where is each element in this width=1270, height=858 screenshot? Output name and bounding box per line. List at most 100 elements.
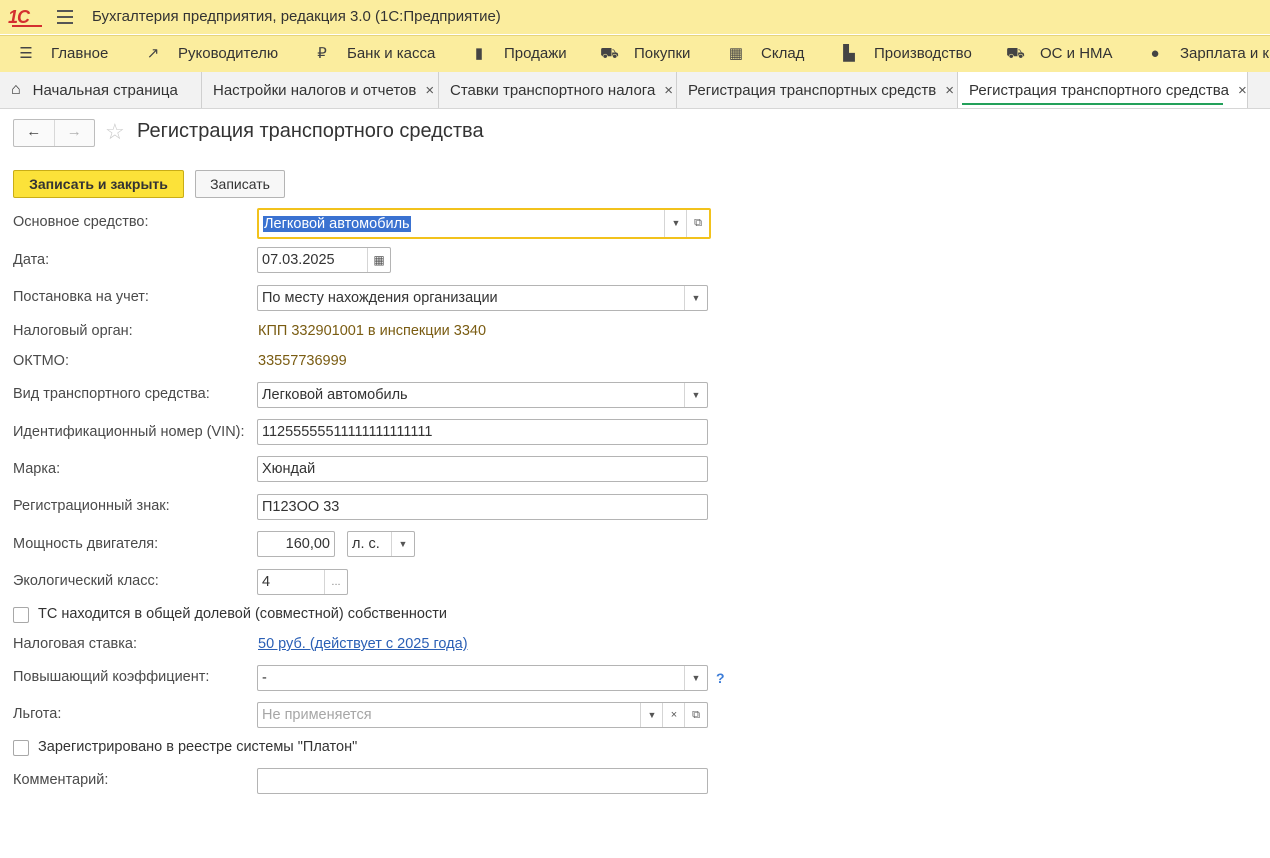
person-icon: ● (1150, 44, 1160, 62)
coefficient-value: - (262, 670, 267, 686)
save-button[interactable]: Записать (195, 170, 285, 198)
1c-logo[interactable]: 1С (8, 7, 42, 28)
vehicle-type-value: Легковой автомобиль (262, 387, 408, 403)
vehicle-type-select[interactable]: Легковой автомобиль ▼ (257, 382, 708, 408)
back-arrow-icon[interactable]: ← (14, 120, 54, 146)
dropdown-arrow-icon[interactable]: ▼ (684, 666, 707, 690)
benefit-label: Льгота: (13, 706, 62, 722)
open-icon[interactable]: ⧉ (684, 703, 707, 727)
section-manager[interactable]: ↗ Руководителю (144, 45, 278, 62)
tax-authority-value: КПП 332901001 в инспекции 3340 (258, 323, 487, 339)
oktmo-value: 33557736999 (258, 353, 347, 369)
date-label: Дата: (13, 252, 50, 268)
trend-icon: ↗ (146, 44, 160, 62)
help-icon[interactable]: ? (716, 670, 725, 686)
section-sales[interactable]: ▮ Продажи (470, 45, 567, 62)
tab-label: Ставки транспортного налога (450, 81, 656, 99)
navigation-buttons: ← → (13, 119, 95, 147)
section-label: Зарплата и ка (1180, 45, 1270, 62)
dropdown-arrow-icon[interactable]: ▼ (684, 286, 707, 310)
brand-label: Марка: (13, 461, 61, 477)
dropdown-arrow-icon[interactable]: ▼ (391, 532, 414, 556)
open-tabs-bar: ⌂ Начальная страница Настройки налогов и… (0, 72, 1270, 109)
home-icon: ⌂ (11, 81, 21, 98)
select-more-button[interactable]: ... (324, 570, 347, 594)
section-salary[interactable]: ● Зарплата и ка (1146, 45, 1270, 62)
asset-label: Основное средство: (13, 214, 149, 230)
dropdown-arrow-icon[interactable]: ▼ (664, 210, 687, 237)
asset-field[interactable]: Легковой автомобиль ▼ ⧉ (257, 208, 711, 239)
section-warehouse[interactable]: ▦ Склад (727, 44, 805, 62)
section-production[interactable]: ▙ Производство (840, 45, 972, 62)
coefficient-select[interactable]: - ▼ (257, 665, 708, 691)
tab-vehicle-registration[interactable]: Регистрация транспортного средства × (958, 72, 1248, 108)
dropdown-arrow-icon[interactable]: ▼ (684, 383, 707, 407)
registration-value: По месту нахождения организации (262, 290, 498, 306)
clear-icon[interactable]: × (662, 703, 685, 727)
section-bank[interactable]: ₽ Банк и касса (313, 45, 435, 62)
close-icon[interactable]: × (945, 82, 954, 99)
tab-label: Регистрация транспортного средства (969, 81, 1229, 99)
calendar-icon[interactable]: ▦ (367, 248, 390, 272)
eco-class-input[interactable]: 4 ... (257, 569, 348, 595)
tab-transport-rates[interactable]: Ставки транспортного налога × (439, 72, 677, 108)
oktmo-label: ОКТМО: (13, 353, 69, 369)
section-main[interactable]: ☰ Главное (17, 45, 108, 62)
section-label: Руководителю (178, 45, 279, 62)
tax-rate-link[interactable]: 50 руб. (действует с 2025 года) (258, 636, 468, 652)
close-icon[interactable]: × (664, 82, 673, 99)
main-menu-icon[interactable] (57, 10, 73, 24)
section-purchases[interactable]: ⛟ Покупки (600, 45, 690, 62)
dropdown-arrow-icon[interactable]: ▼ (640, 703, 663, 727)
comment-input[interactable] (257, 768, 708, 794)
section-label: Продажи (504, 45, 567, 62)
benefit-placeholder: Не применяется (262, 707, 372, 723)
engine-power-input[interactable]: 160,00 (257, 531, 335, 557)
section-label: Главное (51, 45, 109, 62)
ruble-icon: ₽ (317, 44, 327, 62)
tab-tax-settings[interactable]: Настройки налогов и отчетов × (202, 72, 439, 108)
eco-class-label: Экологический класс: (13, 573, 159, 589)
menu-icon: ☰ (19, 44, 33, 62)
brand-value: Хюндай (262, 461, 316, 477)
close-icon[interactable]: × (1238, 82, 1247, 99)
close-icon[interactable]: × (425, 82, 434, 99)
favorite-star-icon[interactable]: ☆ (105, 119, 125, 145)
vin-input[interactable]: 11255555511111111111111 (257, 419, 708, 445)
shared-ownership-checkbox[interactable] (13, 607, 29, 623)
power-unit-select[interactable]: л. с. ▼ (347, 531, 415, 557)
shared-ownership-label: ТС находится в общей долевой (совместной… (38, 606, 447, 622)
sections-panel: ☰ Главное ↗ Руководителю ₽ Банк и касса ▮ Пр… (0, 35, 1270, 72)
engine-power-value: 160,00 (285, 536, 330, 552)
section-label: Банк и касса (347, 45, 436, 62)
section-assets[interactable]: ⛟ ОС и НМА (1006, 45, 1113, 62)
tab-label: Настройки налогов и отчетов (213, 81, 417, 99)
section-label: Покупки (634, 45, 691, 62)
forward-arrow-icon[interactable]: → (53, 120, 95, 146)
logo-text: 1С (8, 7, 30, 27)
benefit-select[interactable]: Не применяется ▼ × ⧉ (257, 702, 708, 728)
form-title: Регистрация транспортного средства (137, 120, 484, 142)
app-title: Бухгалтерия предприятия, редакция 3.0 (1… (92, 8, 501, 25)
date-field[interactable]: 07.03.2025 ▦ (257, 247, 391, 273)
reg-plate-input[interactable]: П123ОО 33 (257, 494, 708, 520)
open-icon[interactable]: ⧉ (686, 210, 709, 237)
registration-select[interactable]: По месту нахождения организации ▼ (257, 285, 708, 311)
title-bar: 1С Бухгалтерия предприятия, редакция 3.0… (0, 0, 1270, 34)
save-and-close-button[interactable]: Записать и закрыть (13, 170, 184, 198)
tab-home[interactable]: ⌂ Начальная страница (0, 72, 202, 108)
platon-checkbox[interactable] (13, 740, 29, 756)
tab-vehicle-registrations[interactable]: Регистрация транспортных средств × (677, 72, 958, 108)
cart-icon: ⛟ (600, 44, 619, 62)
factory-icon: ▙ (843, 44, 855, 62)
section-label: ОС и НМА (1040, 45, 1113, 62)
tax-rate-label: Налоговая ставка: (13, 636, 137, 652)
registration-label: Постановка на учет: (13, 289, 149, 305)
comment-label: Комментарий: (13, 772, 109, 788)
eco-class-value: 4 (262, 574, 271, 590)
engine-power-label: Мощность двигателя: (13, 536, 159, 552)
brand-input[interactable]: Хюндай (257, 456, 708, 482)
section-label: Склад (761, 45, 805, 62)
tab-label: Начальная страница (32, 81, 178, 99)
warehouse-icon: ▦ (728, 44, 744, 62)
